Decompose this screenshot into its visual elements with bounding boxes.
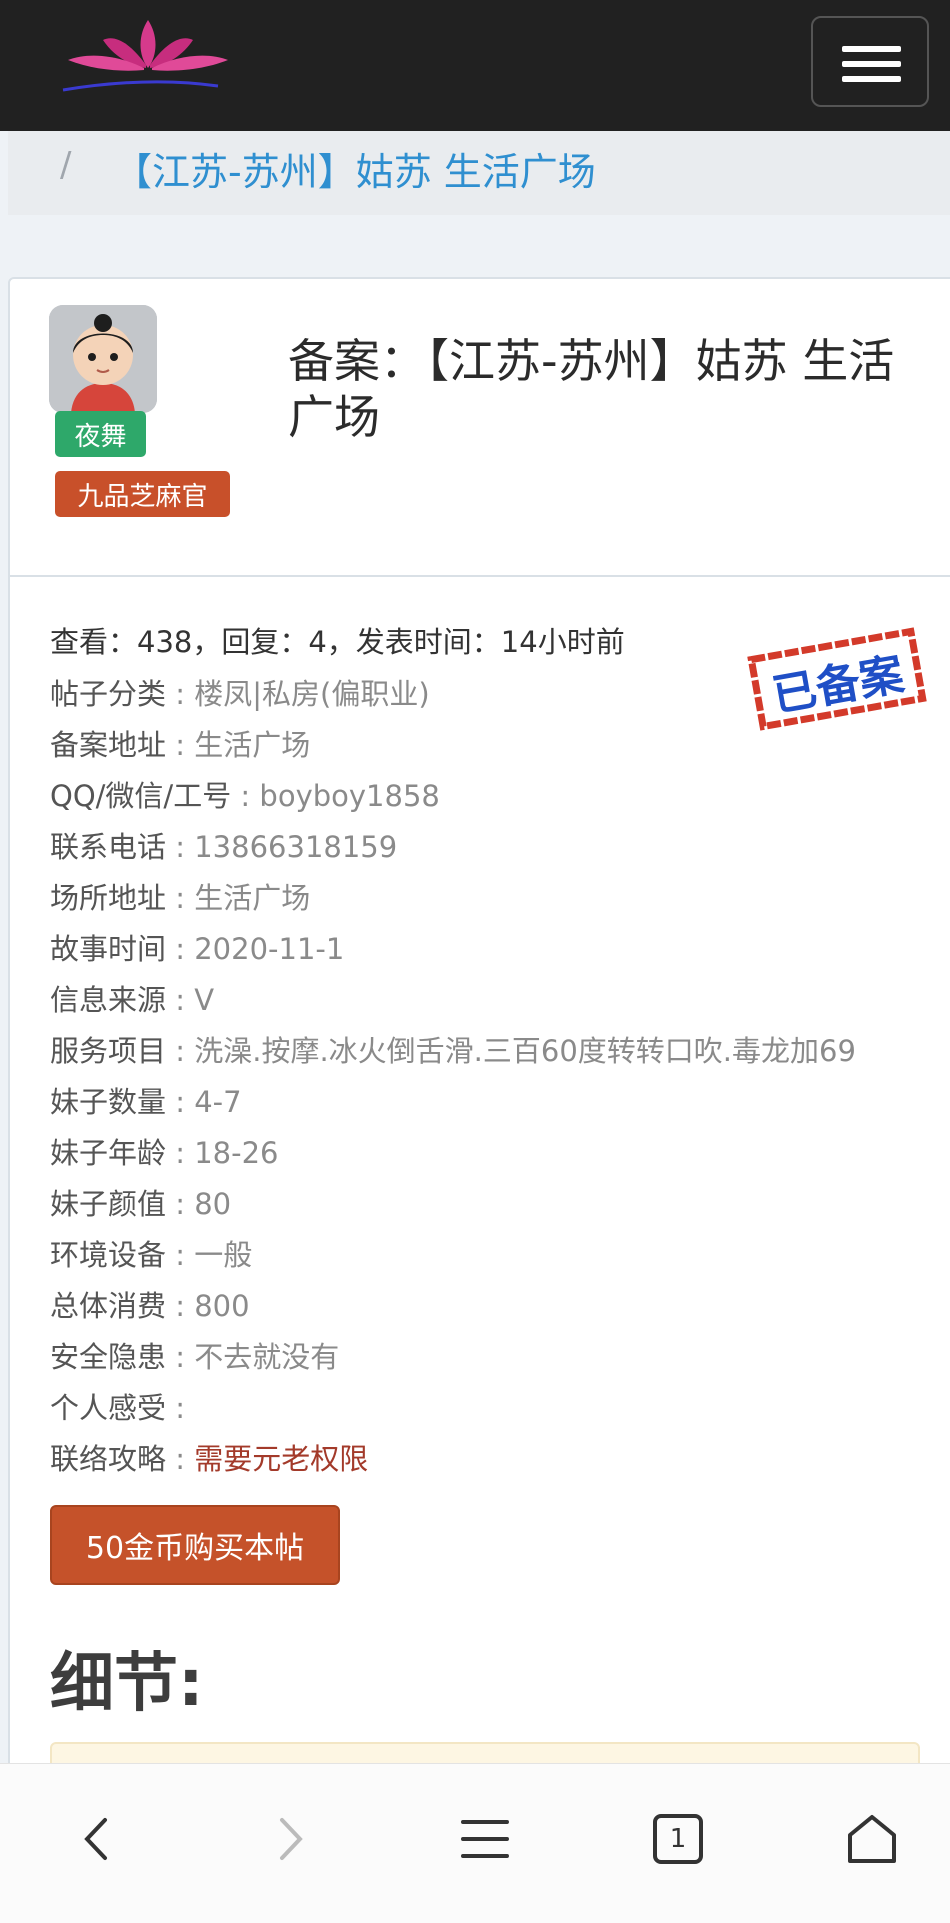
field-separator: : [166, 1340, 195, 1374]
browser-bottom-bar: 1 [0, 1763, 950, 1923]
menu-bar [842, 76, 901, 82]
field-label: 服务项目 [50, 1034, 167, 1068]
user-tag-badge: 夜舞 [55, 411, 146, 457]
field-label: 故事时间 [50, 932, 167, 966]
post-card: 夜舞 九品芝麻官 备案：【江苏-苏州】姑苏 生活广场 查看：438，回复：4，发… [8, 277, 950, 1777]
registered-stamp: 已备案 [746, 625, 927, 733]
field-label: 信息来源 [50, 983, 167, 1017]
field-age: 妹子年龄 : 18-26 [50, 1130, 279, 1172]
field-safety: 安全隐患 : 不去就没有 [50, 1334, 339, 1376]
field-contact-id: QQ/微信/工号 : boyboy1858 [50, 773, 440, 815]
field-label: 妹子颜值 [50, 1187, 167, 1221]
field-label: 联络攻略 [50, 1442, 167, 1476]
tabs-button[interactable]: 1 [638, 1804, 718, 1874]
field-label: 个人感受 [50, 1391, 167, 1425]
field-label: 环境设备 [50, 1238, 167, 1272]
field-value: 80 [194, 1187, 232, 1221]
field-label: QQ/微信/工号 [50, 779, 232, 813]
field-value: 楼凤|私房(偏职业) [194, 677, 430, 711]
field-count: 妹子数量 : 4-7 [50, 1079, 242, 1121]
field-label: 妹子年龄 [50, 1136, 167, 1170]
field-separator: : [166, 677, 195, 711]
field-separator: : [166, 1034, 195, 1068]
field-separator: : [166, 1289, 195, 1323]
breadcrumb: / 【江苏-苏州】姑苏 生活广场 [8, 131, 950, 215]
chevron-right-icon [280, 1818, 303, 1860]
field-value: 18-26 [194, 1136, 279, 1170]
field-value-restricted: 需要元老权限 [194, 1442, 369, 1476]
menu-button[interactable] [445, 1804, 525, 1874]
field-separator: : [231, 779, 260, 813]
field-value: 2020-11-1 [194, 932, 345, 966]
field-info-source: 信息来源 : V [50, 977, 214, 1019]
home-icon [848, 1815, 896, 1863]
field-value: V [194, 983, 215, 1017]
field-value: 洗澡.按摩.冰火倒舌滑.三百60度转转口吹.毒龙加69 [194, 1034, 856, 1068]
field-value: 13866318159 [194, 830, 398, 864]
field-separator: : [166, 1442, 195, 1476]
home-button[interactable] [832, 1804, 912, 1874]
field-services: 服务项目 : 洗澡.按摩.冰火倒舌滑.三百60度转转口吹.毒龙加69 [50, 1028, 856, 1070]
post-title: 备案：【江苏-苏州】姑苏 生活广场 [288, 334, 895, 444]
post-header: 夜舞 九品芝麻官 备案：【江苏-苏州】姑苏 生活广场 [10, 279, 950, 577]
field-value: 生活广场 [194, 881, 311, 915]
field-value: 生活广场 [194, 728, 311, 762]
field-registered-address: 备案地址 : 生活广场 [50, 722, 310, 764]
site-logo[interactable] [58, 10, 238, 100]
field-label: 帖子分类 [50, 677, 167, 711]
field-value: 4-7 [194, 1085, 242, 1119]
chevron-left-icon [84, 1818, 107, 1860]
field-phone: 联系电话 : 13866318159 [50, 824, 397, 866]
field-label: 安全隐患 [50, 1340, 167, 1374]
field-separator: : [166, 1085, 195, 1119]
field-label: 妹子数量 [50, 1085, 167, 1119]
post-stats: 查看：438，回复：4，发表时间：14小时前 [50, 625, 625, 659]
field-story-date: 故事时间 : 2020-11-1 [50, 926, 344, 968]
field-value: boyboy1858 [259, 779, 440, 813]
tab-count: 1 [669, 1824, 687, 1854]
breadcrumb-separator: / [60, 145, 72, 185]
menu-bar [842, 46, 901, 52]
details-heading: 细节: [50, 1647, 204, 1721]
field-label: 总体消费 [50, 1289, 167, 1323]
field-total-cost: 总体消费 : 800 [50, 1283, 250, 1325]
field-separator: : [166, 932, 195, 966]
field-feelings: 个人感受 : [50, 1385, 185, 1427]
buy-post-button[interactable]: 50金币购买本帖 [50, 1505, 340, 1585]
field-contact-guide: 联络攻略 : 需要元老权限 [50, 1436, 368, 1478]
field-separator: : [166, 881, 195, 915]
field-separator: : [166, 1136, 195, 1170]
field-label: 备案地址 [50, 728, 167, 762]
breadcrumb-current-link[interactable]: 【江苏-苏州】姑苏 生活广场 [114, 141, 596, 196]
menu-bar [842, 61, 901, 67]
avatar[interactable] [49, 305, 157, 413]
back-button[interactable] [57, 1804, 137, 1874]
field-value: 800 [194, 1289, 250, 1323]
hamburger-icon [461, 1820, 509, 1858]
field-label: 联系电话 [50, 830, 167, 864]
field-venue-address: 场所地址 : 生活广场 [50, 875, 310, 917]
field-label: 场所地址 [50, 881, 167, 915]
field-separator: : [166, 1391, 186, 1425]
field-separator: : [166, 830, 195, 864]
field-separator: : [166, 1187, 195, 1221]
field-separator: : [166, 983, 195, 1017]
field-separator: : [166, 1238, 195, 1272]
field-environment: 环境设备 : 一般 [50, 1232, 252, 1274]
menu-toggle-button[interactable] [811, 16, 929, 107]
field-looks: 妹子颜值 : 80 [50, 1181, 231, 1223]
field-category: 帖子分类 : 楼凤|私房(偏职业) [50, 671, 430, 713]
field-value: 一般 [194, 1238, 253, 1272]
forward-button[interactable] [250, 1804, 330, 1874]
navbar [0, 0, 950, 131]
user-rank-badge: 九品芝麻官 [55, 471, 230, 517]
field-value: 不去就没有 [194, 1340, 340, 1374]
field-separator: : [166, 728, 195, 762]
